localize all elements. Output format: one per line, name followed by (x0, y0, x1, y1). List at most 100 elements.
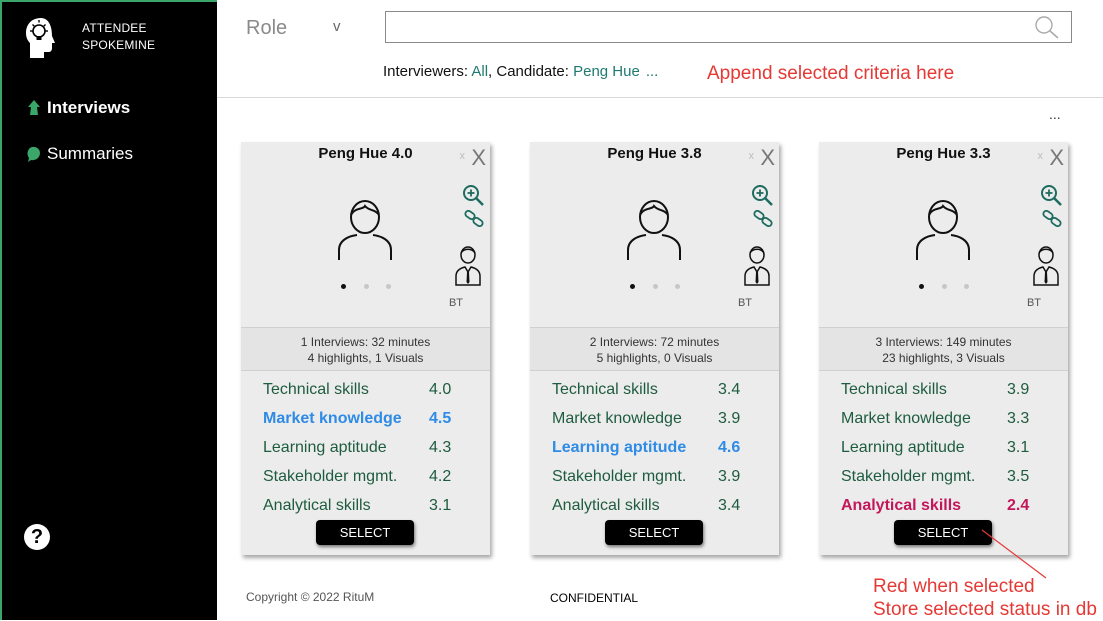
link-icon[interactable] (753, 210, 773, 228)
search-icon[interactable] (1033, 14, 1059, 40)
skill-score: 4.3 (429, 438, 452, 456)
skill-row: Analytical skills 2.4 (841, 491, 1041, 520)
carousel-dot[interactable] (919, 284, 924, 289)
skill-row: Learning aptitude 4.3 (263, 433, 463, 462)
brand: ATTENDEE SPOKEMINE (24, 16, 155, 60)
carousel-dot[interactable] (675, 284, 680, 289)
skill-name: Technical skills (552, 380, 658, 398)
summary-highlights: 5 highlights, 0 Visuals (596, 351, 713, 365)
interviewer-avatar-icon[interactable] (743, 244, 771, 286)
skill-row: Stakeholder mgmt. 4.2 (263, 462, 463, 491)
skills-list: Technical skills 3.9 Market knowledge 3.3 Le… (841, 375, 1041, 520)
criteria-separator: , Candidate: (488, 63, 574, 80)
link-icon[interactable] (464, 210, 484, 228)
role-dropdown-chevron-icon[interactable]: v (333, 18, 341, 35)
sidebar-item-interviews[interactable]: Interviews (26, 98, 130, 118)
annotation-arrow-icon (981, 529, 1047, 579)
interviewer-avatar-icon[interactable] (1032, 244, 1060, 286)
skill-score: 3.9 (718, 409, 741, 427)
skill-row: Technical skills 3.4 (552, 375, 752, 404)
footer-copyright: Copyright © 2022 RituM (246, 590, 375, 604)
selection-annotation: Red when selected Store selected status … (873, 575, 1097, 621)
card-close-small-icon[interactable]: x (1038, 150, 1044, 162)
skill-score: 4.0 (429, 380, 452, 398)
card-close-small-icon[interactable]: x (749, 150, 755, 162)
candidate-value[interactable]: Peng Hue (573, 63, 640, 80)
candidate-card: Peng Hue 3.8 x X BT 2 Interviews: 72 min… (530, 142, 779, 555)
role-filter-label[interactable]: Role (246, 17, 287, 40)
summary-interviews: 3 Interviews: 149 minutes (875, 335, 1012, 349)
carousel-dots (919, 284, 969, 289)
search-input[interactable] (385, 11, 1072, 43)
skill-row: Analytical skills 3.1 (263, 491, 463, 520)
append-criteria-note: Append selected criteria here (707, 63, 955, 84)
sidebar-item-label: Interviews (47, 98, 131, 117)
skill-name: Technical skills (841, 380, 947, 398)
zoom-in-icon[interactable] (1040, 184, 1062, 206)
skill-score: 3.1 (429, 496, 452, 514)
skill-name: Market knowledge (841, 409, 971, 427)
skill-name: Stakeholder mgmt. (552, 467, 687, 485)
select-button[interactable]: SELECT (605, 520, 703, 545)
skill-score: 3.9 (718, 467, 741, 485)
criteria-more[interactable]: ... (646, 63, 659, 80)
carousel-dot[interactable] (341, 284, 346, 289)
interviewer-initials: BT (737, 297, 753, 309)
skill-score: 4.6 (718, 438, 741, 456)
skill-name: Stakeholder mgmt. (263, 467, 398, 485)
skills-list: Technical skills 4.0 Market knowledge 4.5 Le… (263, 375, 463, 520)
skill-score: 4.5 (429, 409, 452, 427)
more-options-button[interactable]: ... (1049, 106, 1061, 122)
summary-highlights: 4 highlights, 1 Visuals (307, 351, 424, 365)
brand-name: ATTENDEE SPOKEMINE (82, 20, 155, 54)
skills-list: Technical skills 3.4 Market knowledge 3.9 Le… (552, 375, 752, 520)
interviewer-avatar-icon[interactable] (454, 244, 482, 286)
carousel-dot[interactable] (630, 284, 635, 289)
zoom-in-icon[interactable] (751, 184, 773, 206)
skill-row: Learning aptitude 3.1 (841, 433, 1041, 462)
candidate-card: Peng Hue 3.3 x X BT 3 Interviews: 149 mi… (819, 142, 1068, 555)
select-button[interactable]: SELECT (316, 520, 414, 545)
candidate-card: Peng Hue 4.0 x X BT 1 Interviews: 32 min… (241, 142, 490, 555)
skill-name: Analytical skills (841, 496, 962, 514)
zoom-in-icon[interactable] (462, 184, 484, 206)
carousel-dots (630, 284, 680, 289)
skill-row: Technical skills 4.0 (263, 375, 463, 404)
card-summary: 2 Interviews: 72 minutes 5 highlights, 0… (530, 327, 779, 371)
head-lightbulb-logo-icon (26, 18, 55, 58)
footer-confidential: CONFIDENTIAL (550, 591, 639, 605)
candidate-avatar-icon (916, 200, 970, 260)
card-title: Peng Hue 4.0 (318, 145, 413, 162)
interviewer-initials: BT (1026, 297, 1042, 309)
criteria-prefix: Interviewers: (383, 63, 472, 80)
select-button[interactable]: SELECT (894, 520, 992, 545)
sidebar-item-label: Summaries (47, 144, 133, 163)
candidate-avatar-icon (338, 200, 392, 260)
skill-score: 3.5 (1007, 467, 1030, 485)
carousel-dot[interactable] (386, 284, 391, 289)
skill-score: 3.1 (1007, 438, 1030, 456)
carousel-dot[interactable] (652, 284, 658, 289)
skill-name: Learning aptitude (841, 438, 965, 456)
interviewers-value[interactable]: All (471, 63, 488, 80)
carousel-dot[interactable] (964, 284, 969, 289)
help-button[interactable]: ? (24, 524, 50, 550)
annotation-line2: Store selected status in db (873, 599, 1097, 620)
candidate-avatar-icon (627, 200, 681, 260)
carousel-dot[interactable] (941, 284, 947, 289)
sidebar-item-summaries[interactable]: Summaries (26, 144, 133, 164)
skill-row: Technical skills 3.9 (841, 375, 1041, 404)
card-close-icon[interactable]: X (760, 145, 775, 171)
skill-name: Technical skills (263, 380, 369, 398)
summary-highlights: 23 highlights, 3 Visuals (882, 351, 1005, 365)
link-icon[interactable] (1042, 210, 1062, 228)
skill-score: 2.4 (1007, 496, 1030, 514)
card-close-icon[interactable]: X (471, 145, 486, 171)
skill-row: Stakeholder mgmt. 3.5 (841, 462, 1041, 491)
card-close-small-icon[interactable]: x (460, 150, 466, 162)
card-close-icon[interactable]: X (1049, 145, 1064, 171)
annotation-line1: Red when selected (873, 576, 1035, 597)
skill-row: Learning aptitude 4.6 (552, 433, 752, 462)
carousel-dot[interactable] (363, 284, 369, 289)
skill-name: Analytical skills (552, 496, 660, 514)
